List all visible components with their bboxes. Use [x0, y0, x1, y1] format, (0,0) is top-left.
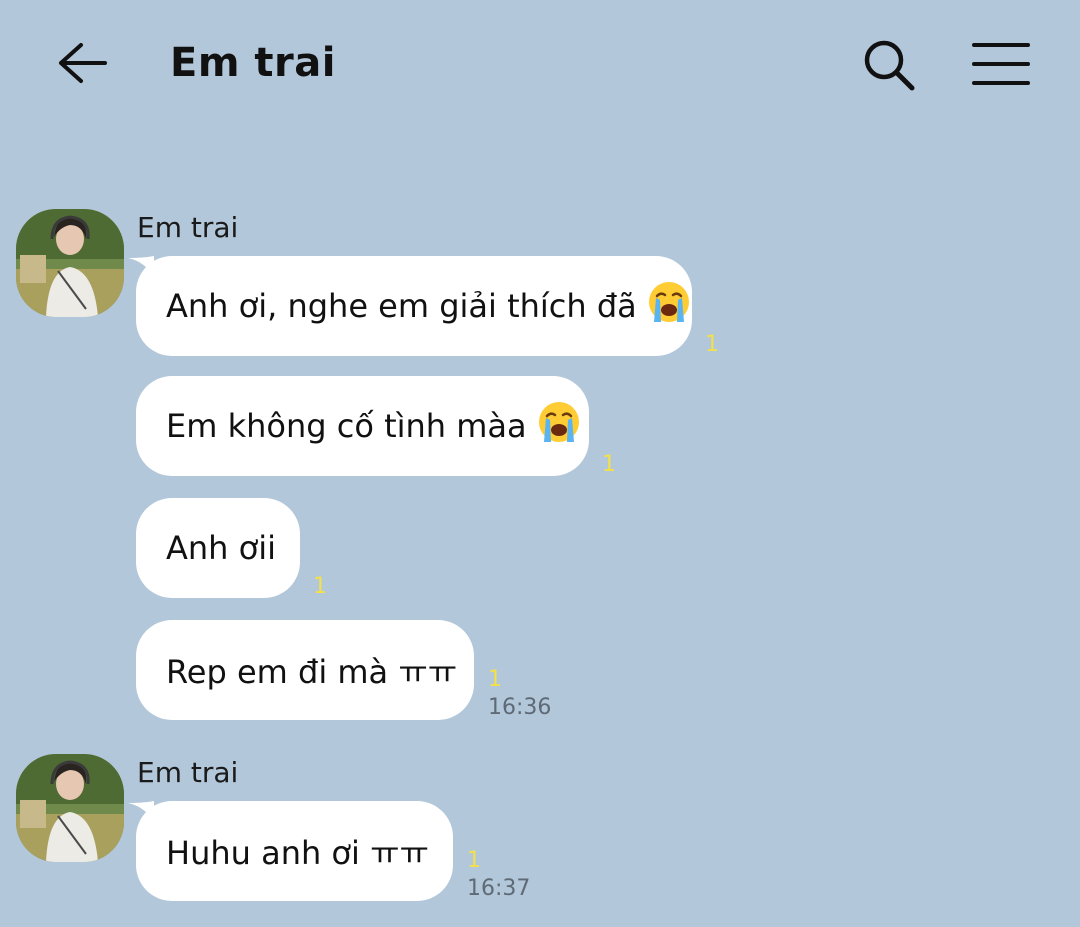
- message-bubble[interactable]: Anh ơii: [136, 498, 300, 598]
- unread-count: 1: [705, 332, 719, 357]
- chat-title: Em trai: [170, 40, 336, 86]
- sender-name: Em trai: [137, 211, 239, 244]
- unread-count: 1: [602, 452, 616, 477]
- arrow-left-icon: [59, 43, 107, 83]
- message-time: 16:36: [488, 695, 552, 720]
- avatar[interactable]: [16, 754, 124, 862]
- avatar[interactable]: [16, 209, 124, 317]
- message-text: Huhu anh ơi ㅠㅠ: [166, 834, 429, 872]
- search-button[interactable]: [858, 34, 920, 96]
- back-button[interactable]: [52, 34, 110, 92]
- search-icon: [864, 40, 915, 91]
- chat-header: Em trai: [0, 0, 1080, 130]
- message-bubble[interactable]: Huhu anh ơi ㅠㅠ: [136, 801, 453, 901]
- message-text: Anh ơii: [166, 529, 276, 567]
- menu-button[interactable]: [968, 36, 1034, 92]
- message-bubble[interactable]: Em không cố tình màa: [136, 376, 589, 476]
- loudly-crying-face-icon: [647, 280, 691, 332]
- sender-name: Em trai: [137, 756, 239, 789]
- message-time: 16:37: [467, 876, 531, 901]
- message-text: Anh ơi, nghe em giải thích đã: [166, 287, 637, 325]
- message-bubble[interactable]: Anh ơi, nghe em giải thích đã: [136, 256, 692, 356]
- unread-count: 1: [467, 848, 481, 873]
- message-text: Rep em đi mà ㅠㅠ: [166, 653, 458, 691]
- loudly-crying-face-icon: [537, 400, 581, 452]
- hamburger-menu-icon: [972, 43, 1030, 85]
- unread-count: 1: [313, 574, 327, 599]
- message-text: Em không cố tình màa: [166, 407, 527, 445]
- unread-count: 1: [488, 667, 502, 692]
- message-bubble[interactable]: Rep em đi mà ㅠㅠ: [136, 620, 474, 720]
